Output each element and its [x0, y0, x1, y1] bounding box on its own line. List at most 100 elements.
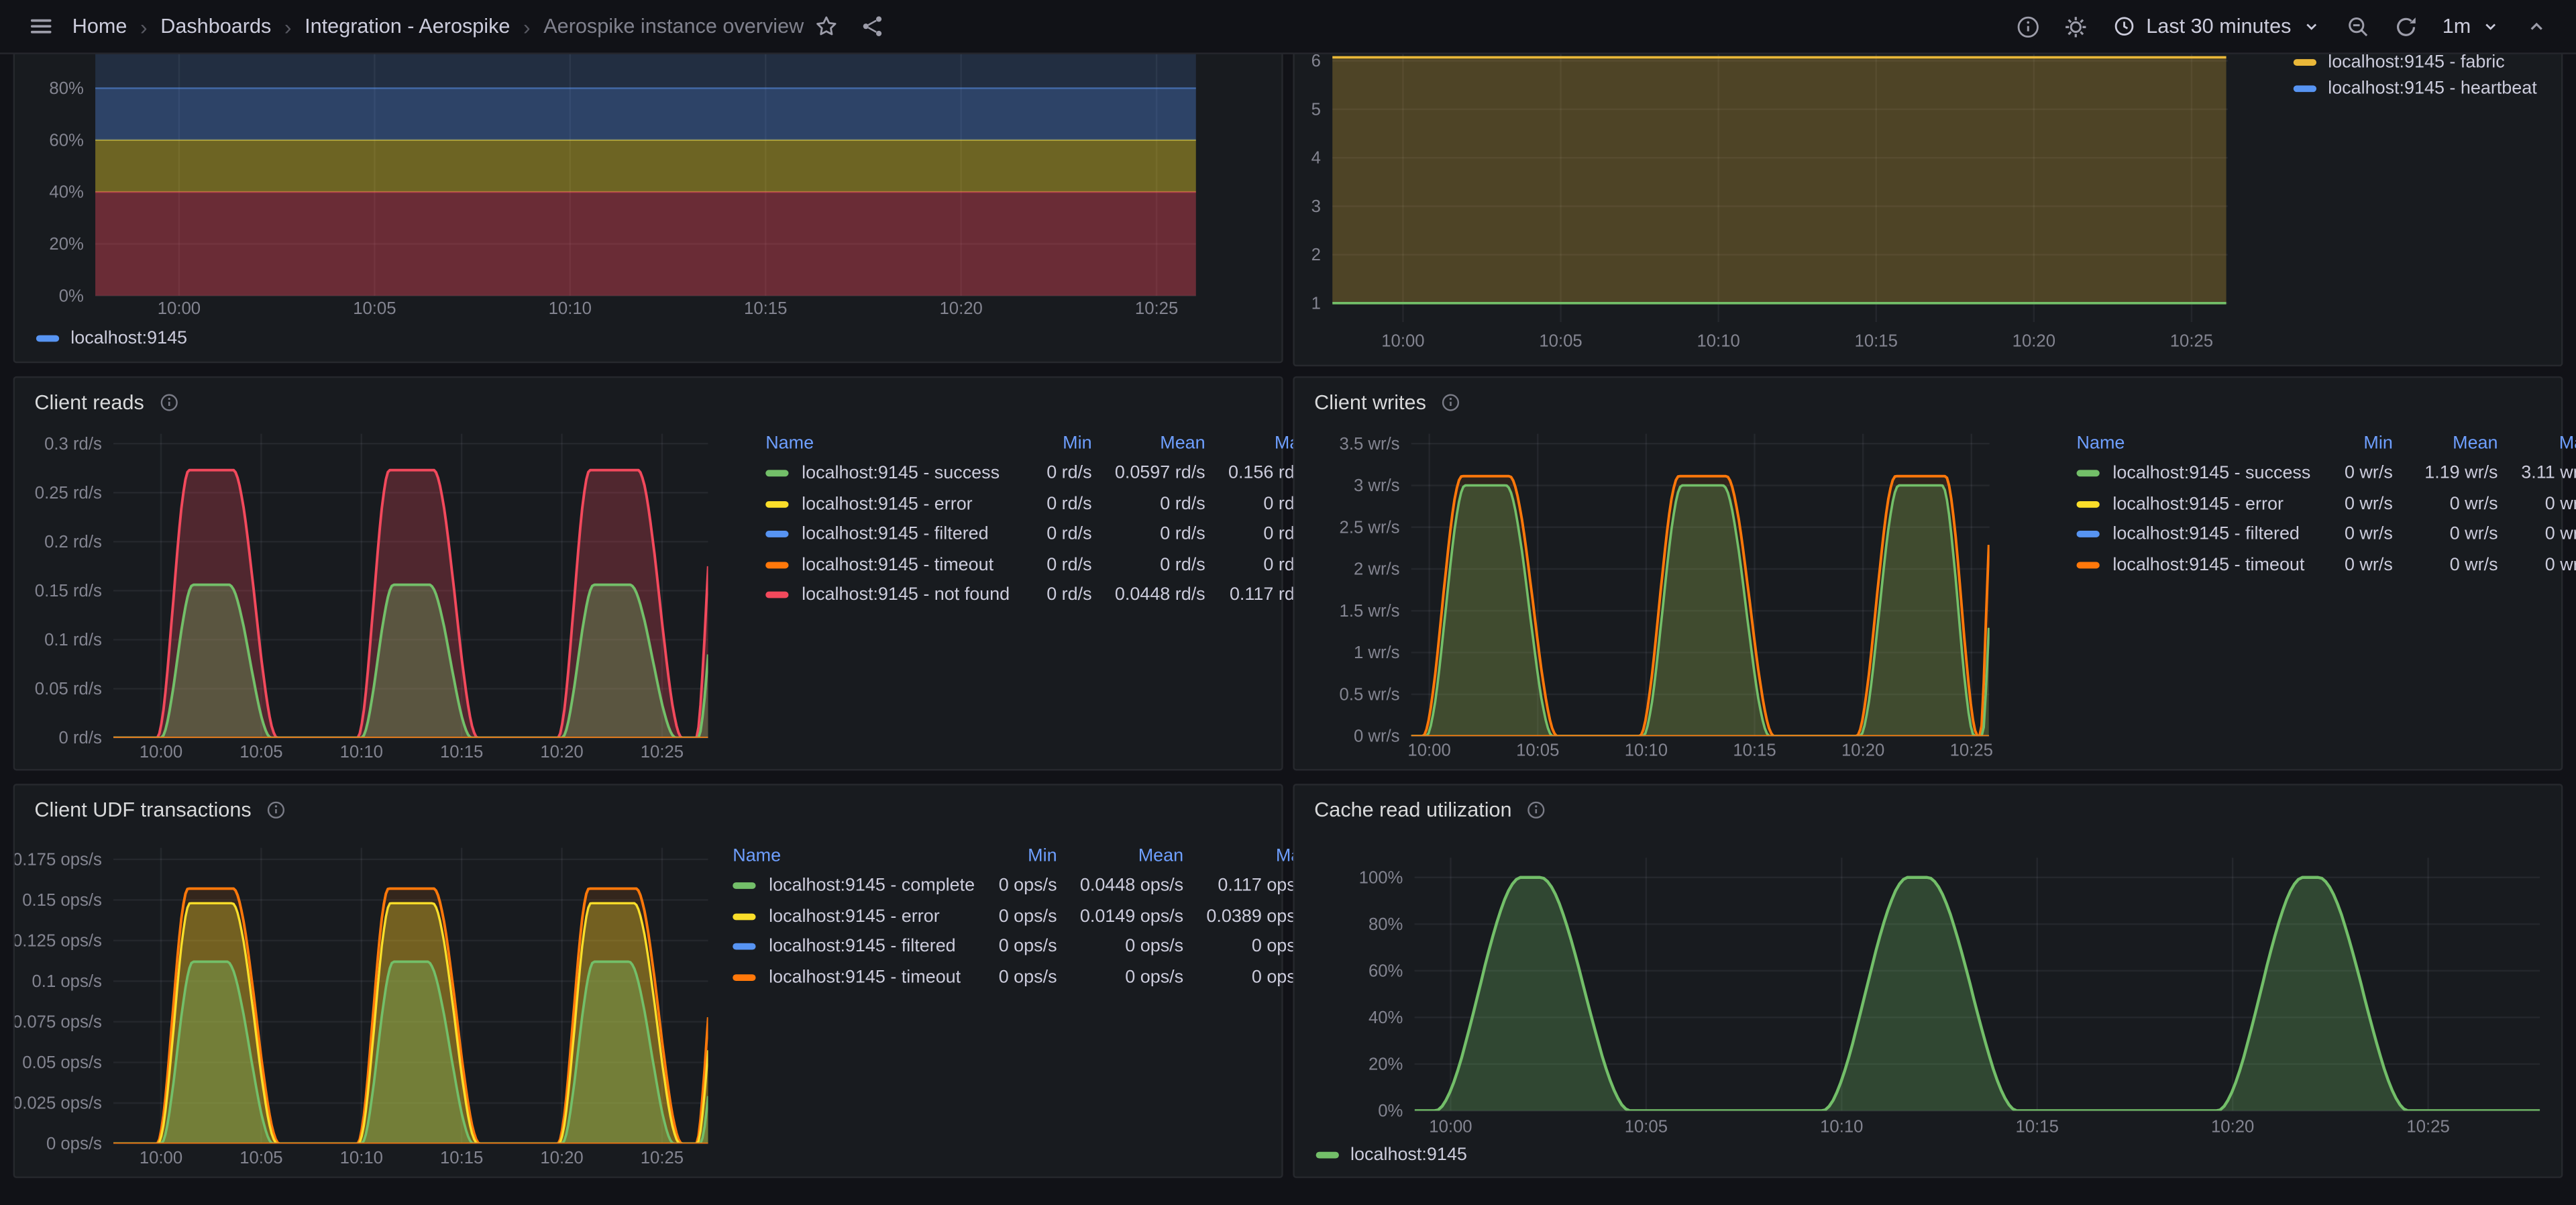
y-axis-label: 1.5 wr/s: [1340, 602, 1400, 621]
legend-column-mean[interactable]: Mean: [2393, 429, 2498, 458]
series-name[interactable]: localhost:9145 - filtered: [2112, 525, 2300, 544]
y-axis-label: 20%: [49, 235, 83, 254]
series-name[interactable]: localhost:9145 - timeout: [769, 967, 961, 987]
series-min: 0 rd/s: [1046, 554, 1092, 575]
legend-column-name[interactable]: Name: [733, 841, 975, 871]
y-axis-label: 2.5 wr/s: [1340, 518, 1400, 537]
legend-table: NameMinMeanMax localhost:9145 - complete 0…: [733, 841, 1310, 992]
magnifier-minus-icon: [2348, 16, 2367, 36]
series-name[interactable]: localhost:9145 - error: [802, 494, 973, 514]
series-mean: 0 wr/s: [2449, 494, 2498, 514]
breadcrumb-item[interactable]: Dashboards: [160, 15, 271, 38]
refresh-button[interactable]: [2381, 0, 2429, 54]
panel-legend: localhost:9145 - fabric localhost:9145 - …: [2293, 52, 2537, 99]
dashboard-settings-button[interactable]: [2053, 0, 2100, 54]
series-swatch: [2076, 531, 2100, 538]
panel-title-client-writes[interactable]: Client writes: [1314, 388, 1460, 417]
share-dashboard-button[interactable]: [850, 0, 896, 54]
y-axis-label: 3 wr/s: [1354, 476, 1400, 495]
x-axis-label: 10:25: [2406, 1117, 2449, 1136]
x-axis-label: 10:25: [1950, 741, 1993, 760]
panel-title-cache-read[interactable]: Cache read utilization: [1314, 795, 1546, 825]
y-axis-label: 0 rd/s: [59, 729, 102, 747]
legend-column-min[interactable]: Min: [1010, 429, 1091, 458]
dashboard-insights-button[interactable]: [2005, 0, 2053, 54]
info-icon[interactable]: [1527, 800, 1546, 820]
series-name[interactable]: localhost:9145 - timeout: [802, 555, 994, 574]
collapse-chevron-button[interactable]: [2514, 0, 2560, 54]
legend-column-min[interactable]: Min: [975, 841, 1057, 871]
panel-title-client-udf[interactable]: Client UDF transactions: [34, 795, 286, 825]
x-axis-label: 10:20: [939, 299, 982, 318]
time-range-picker[interactable]: Last 30 minutes: [2100, 0, 2334, 54]
legend-item[interactable]: localhost:9145: [1316, 1145, 1467, 1165]
legend-table: NameMinMeanMax localhost:9145 - success 0 …: [2076, 429, 2576, 580]
x-axis-label: 10:20: [2012, 332, 2055, 351]
info-icon[interactable]: [266, 800, 286, 820]
panel-title-client-reads[interactable]: Client reads: [34, 388, 178, 417]
stack-band: [95, 192, 1196, 296]
time-range-label: Last 30 minutes: [2146, 15, 2292, 38]
zoom-out-time-button[interactable]: [2334, 0, 2381, 54]
series-name[interactable]: localhost:9145 - filtered: [802, 525, 989, 544]
breadcrumb-item[interactable]: Home: [72, 15, 127, 38]
series-name[interactable]: localhost:9145 - success: [802, 464, 1000, 483]
series-swatch: [733, 943, 756, 951]
legend-column-max[interactable]: Max: [2498, 429, 2576, 458]
series-min: 0 ops/s: [998, 967, 1057, 987]
series-name[interactable]: localhost:9145 - success: [2112, 464, 2310, 483]
cache-read-utilization-chart-svg: 10:00 10:05 10:10 10:15 10:20 10:25 100% 80% 60%…: [1359, 857, 2540, 1136]
legend-row: localhost:9145 - error 0 rd/s 0 rd/s 0 rd/s: [765, 488, 1309, 519]
legend-row: localhost:9145 - error 0 wr/s 0 wr/s 0 wr/s: [2076, 488, 2576, 519]
y-axis-label: 0%: [59, 286, 84, 305]
x-axis-label: 10:10: [340, 1149, 383, 1167]
series-max: 0 wr/s: [2544, 494, 2576, 514]
y-axis-label: 0.25 rd/s: [35, 484, 102, 503]
series-name[interactable]: localhost:9145 - error: [2112, 494, 2284, 514]
y-axis-label: 0.5 wr/s: [1340, 685, 1400, 704]
x-axis-label: 10:10: [340, 743, 383, 762]
star-icon: [816, 16, 837, 36]
series-max: 0.117 ops/s: [1218, 876, 1310, 896]
series-min: 0 rd/s: [1046, 494, 1092, 514]
legend-row: localhost:9145 - complete 0 ops/s 0.0448 o…: [733, 871, 1310, 901]
legend-item[interactable]: localhost:9145: [36, 329, 187, 348]
refresh-interval-dropdown[interactable]: 1m: [2429, 0, 2514, 54]
legend-item[interactable]: localhost:9145 - heartbeat: [2293, 79, 2537, 99]
cache-read-utilization-chart[interactable]: 10:00 10:05 10:10 10:15 10:20 10:25 100% 80% 60%…: [1295, 786, 2561, 1177]
x-axis-label: 10:25: [641, 743, 684, 762]
legend-table-client-writes: NameMinMeanMax localhost:9145 - success 0 …: [2076, 429, 2576, 580]
series-name: localhost:9145: [1350, 1145, 1467, 1165]
series-name: localhost:9145 - fabric: [2328, 52, 2505, 72]
refresh-interval-label: 1m: [2442, 15, 2471, 38]
series-name[interactable]: localhost:9145 - not found: [802, 585, 1010, 605]
menu-toggle-button[interactable]: [16, 0, 65, 54]
legend-column-mean[interactable]: Mean: [1092, 429, 1205, 458]
legend-column-mean[interactable]: Mean: [1057, 841, 1183, 871]
series-swatch: [2076, 470, 2100, 477]
legend-table-client-reads: Name Min Mean Max localhost:9145 - success 0 …: [765, 429, 1309, 610]
legend-item[interactable]: localhost:9145 - fabric: [2293, 52, 2537, 72]
series-name[interactable]: localhost:9145 - error: [769, 906, 940, 926]
legend-column-max[interactable]: Max: [1183, 841, 1310, 871]
star-dashboard-button[interactable]: [804, 0, 850, 54]
info-icon[interactable]: [159, 392, 178, 412]
share-icon: [863, 16, 882, 36]
legend-column-name[interactable]: Name: [2077, 429, 2311, 458]
series-mean: 0 wr/s: [2449, 524, 2498, 545]
info-icon[interactable]: [1441, 392, 1460, 412]
legend-column-min[interactable]: Min: [2310, 429, 2392, 458]
series-name[interactable]: localhost:9145 - timeout: [2112, 555, 2304, 574]
series-name[interactable]: localhost:9145 - complete: [769, 876, 975, 896]
series-swatch: [2076, 501, 2100, 508]
series-max: 0 ops/s: [1251, 937, 1310, 957]
legend-column-name[interactable]: Name: [765, 429, 1010, 458]
series-mean: 0.0448 ops/s: [1079, 876, 1184, 896]
panel-title-text: Cache read utilization: [1314, 798, 1512, 822]
legend-row: localhost:9145 - timeout 0 ops/s 0 ops/s 0 …: [733, 962, 1310, 992]
x-axis-label: 10:00: [1429, 1117, 1472, 1136]
x-axis-label: 10:25: [2170, 332, 2213, 351]
breadcrumb-item[interactable]: Integration - Aerospike: [305, 15, 510, 38]
series-name[interactable]: localhost:9145 - filtered: [769, 937, 956, 956]
series-min: 0 wr/s: [2344, 464, 2393, 484]
